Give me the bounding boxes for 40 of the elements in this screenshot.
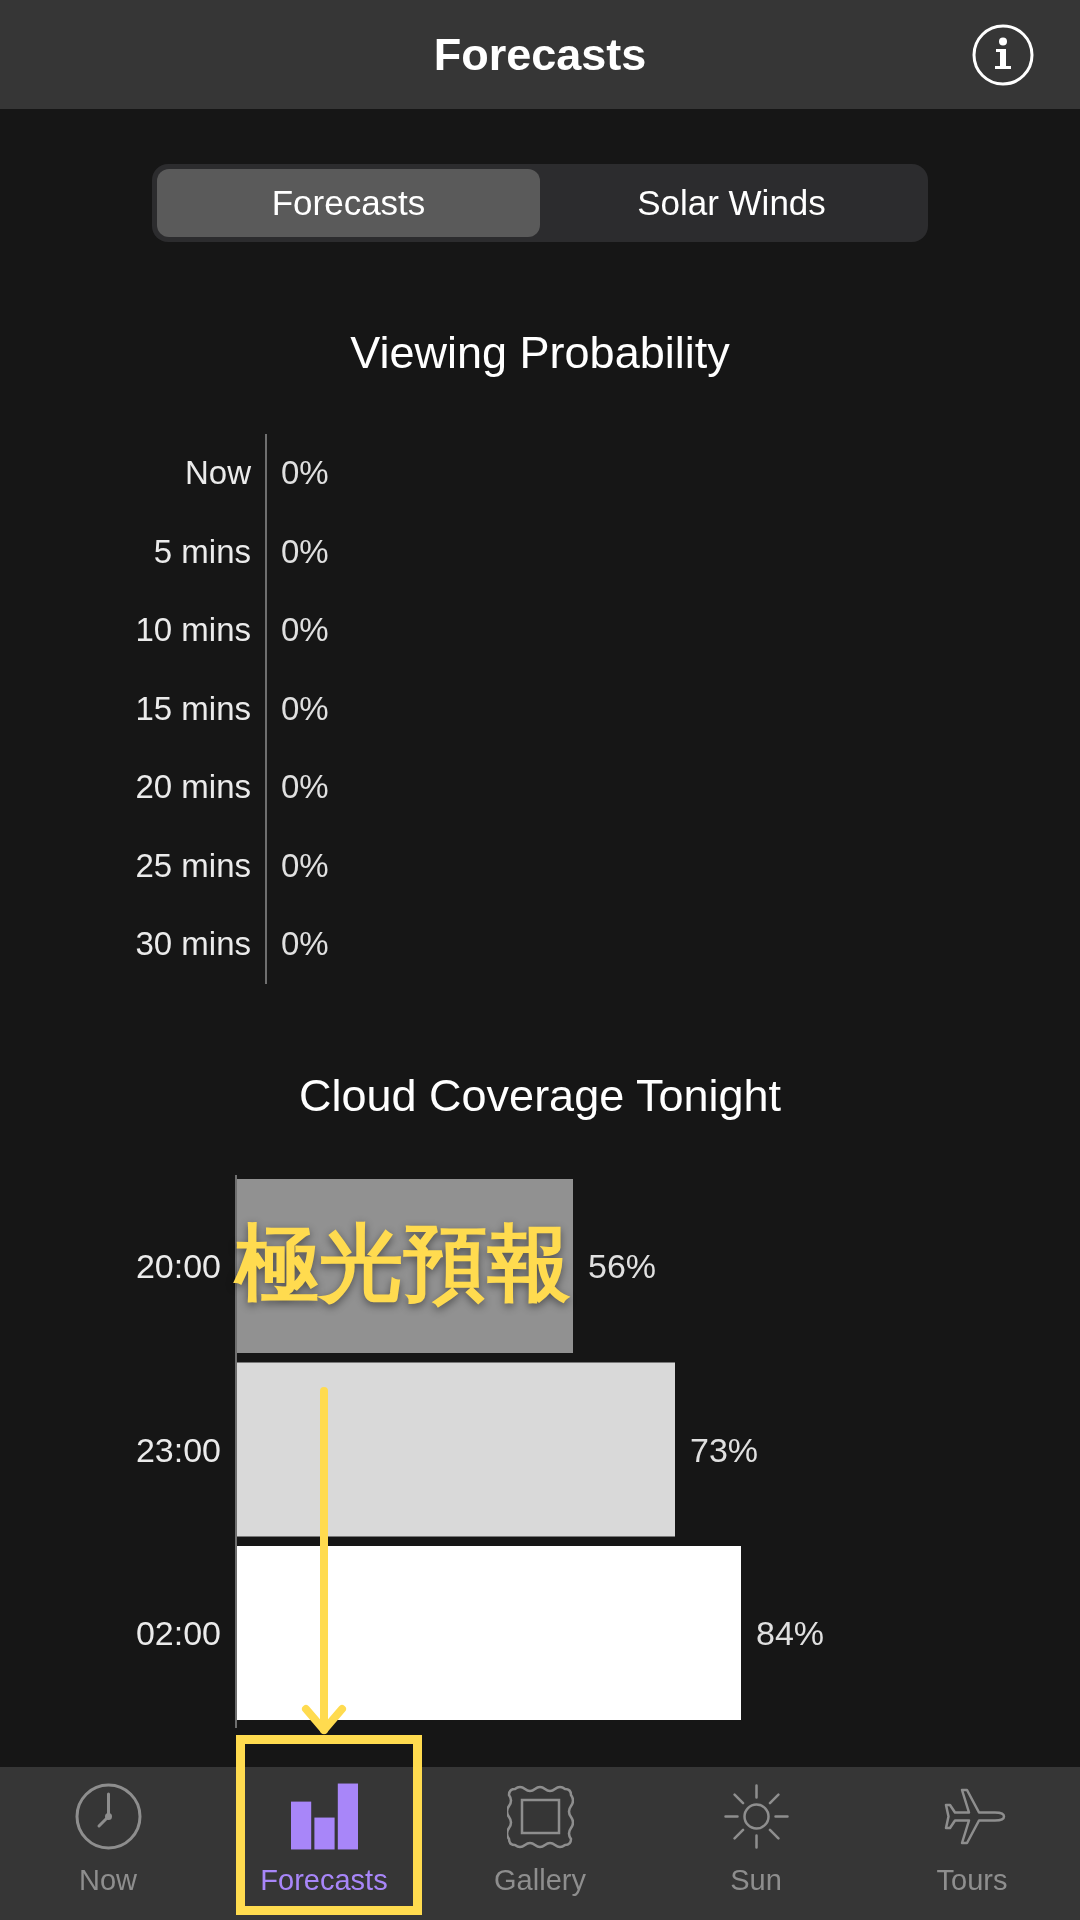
sun-icon (722, 1783, 790, 1850)
time-label: Now (184, 453, 251, 494)
clock-icon (74, 1783, 142, 1850)
tab-label: Tours (936, 1863, 1008, 1897)
tab-label: Sun (730, 1863, 782, 1897)
bar-chart-icon (290, 1783, 358, 1850)
value-label: 84% (756, 1613, 825, 1652)
probability-value: 0% (281, 453, 329, 494)
time-label: 5 mins (153, 531, 251, 572)
probability-value: 0% (281, 767, 329, 808)
info-icon[interactable] (972, 23, 1034, 86)
segment-tab[interactable]: Forecasts (157, 169, 540, 237)
probability-value: 0% (281, 531, 329, 572)
screen-title: Forecasts (433, 27, 647, 82)
picture-frame-icon (506, 1783, 574, 1850)
time-label: 10 mins (135, 610, 251, 651)
tab-label: Gallery (494, 1863, 586, 1897)
tab-item[interactable]: Tours (864, 1767, 1080, 1920)
chart-title: Cloud Coverage Tonight (299, 1068, 781, 1123)
category-label: 02:00 (135, 1613, 221, 1652)
probability-value: 0% (281, 845, 329, 886)
time-label: 20 mins (135, 767, 251, 808)
probability-value: 0% (281, 610, 329, 651)
category-label: 20:00 (135, 1246, 221, 1285)
value-label: 56% (588, 1246, 657, 1285)
tab-item[interactable]: Sun (648, 1767, 864, 1920)
segment-tab[interactable]: Solar Winds (540, 169, 923, 237)
category-label: 23:00 (135, 1430, 221, 1468)
section-title: Viewing Probability (350, 326, 730, 380)
time-label: 30 mins (135, 924, 251, 965)
probability-value: 0% (281, 924, 329, 965)
tab-item[interactable]: Gallery (432, 1767, 648, 1920)
value-label: 73% (690, 1430, 759, 1468)
time-label: 25 mins (135, 845, 251, 886)
tab-label: Forecasts (260, 1863, 388, 1897)
tab-label: Now (79, 1863, 137, 1897)
tab-item[interactable]: Forecasts (216, 1767, 432, 1920)
tab-item[interactable]: Now (0, 1767, 216, 1920)
time-label: 15 mins (135, 688, 251, 729)
probability-value: 0% (281, 688, 329, 729)
